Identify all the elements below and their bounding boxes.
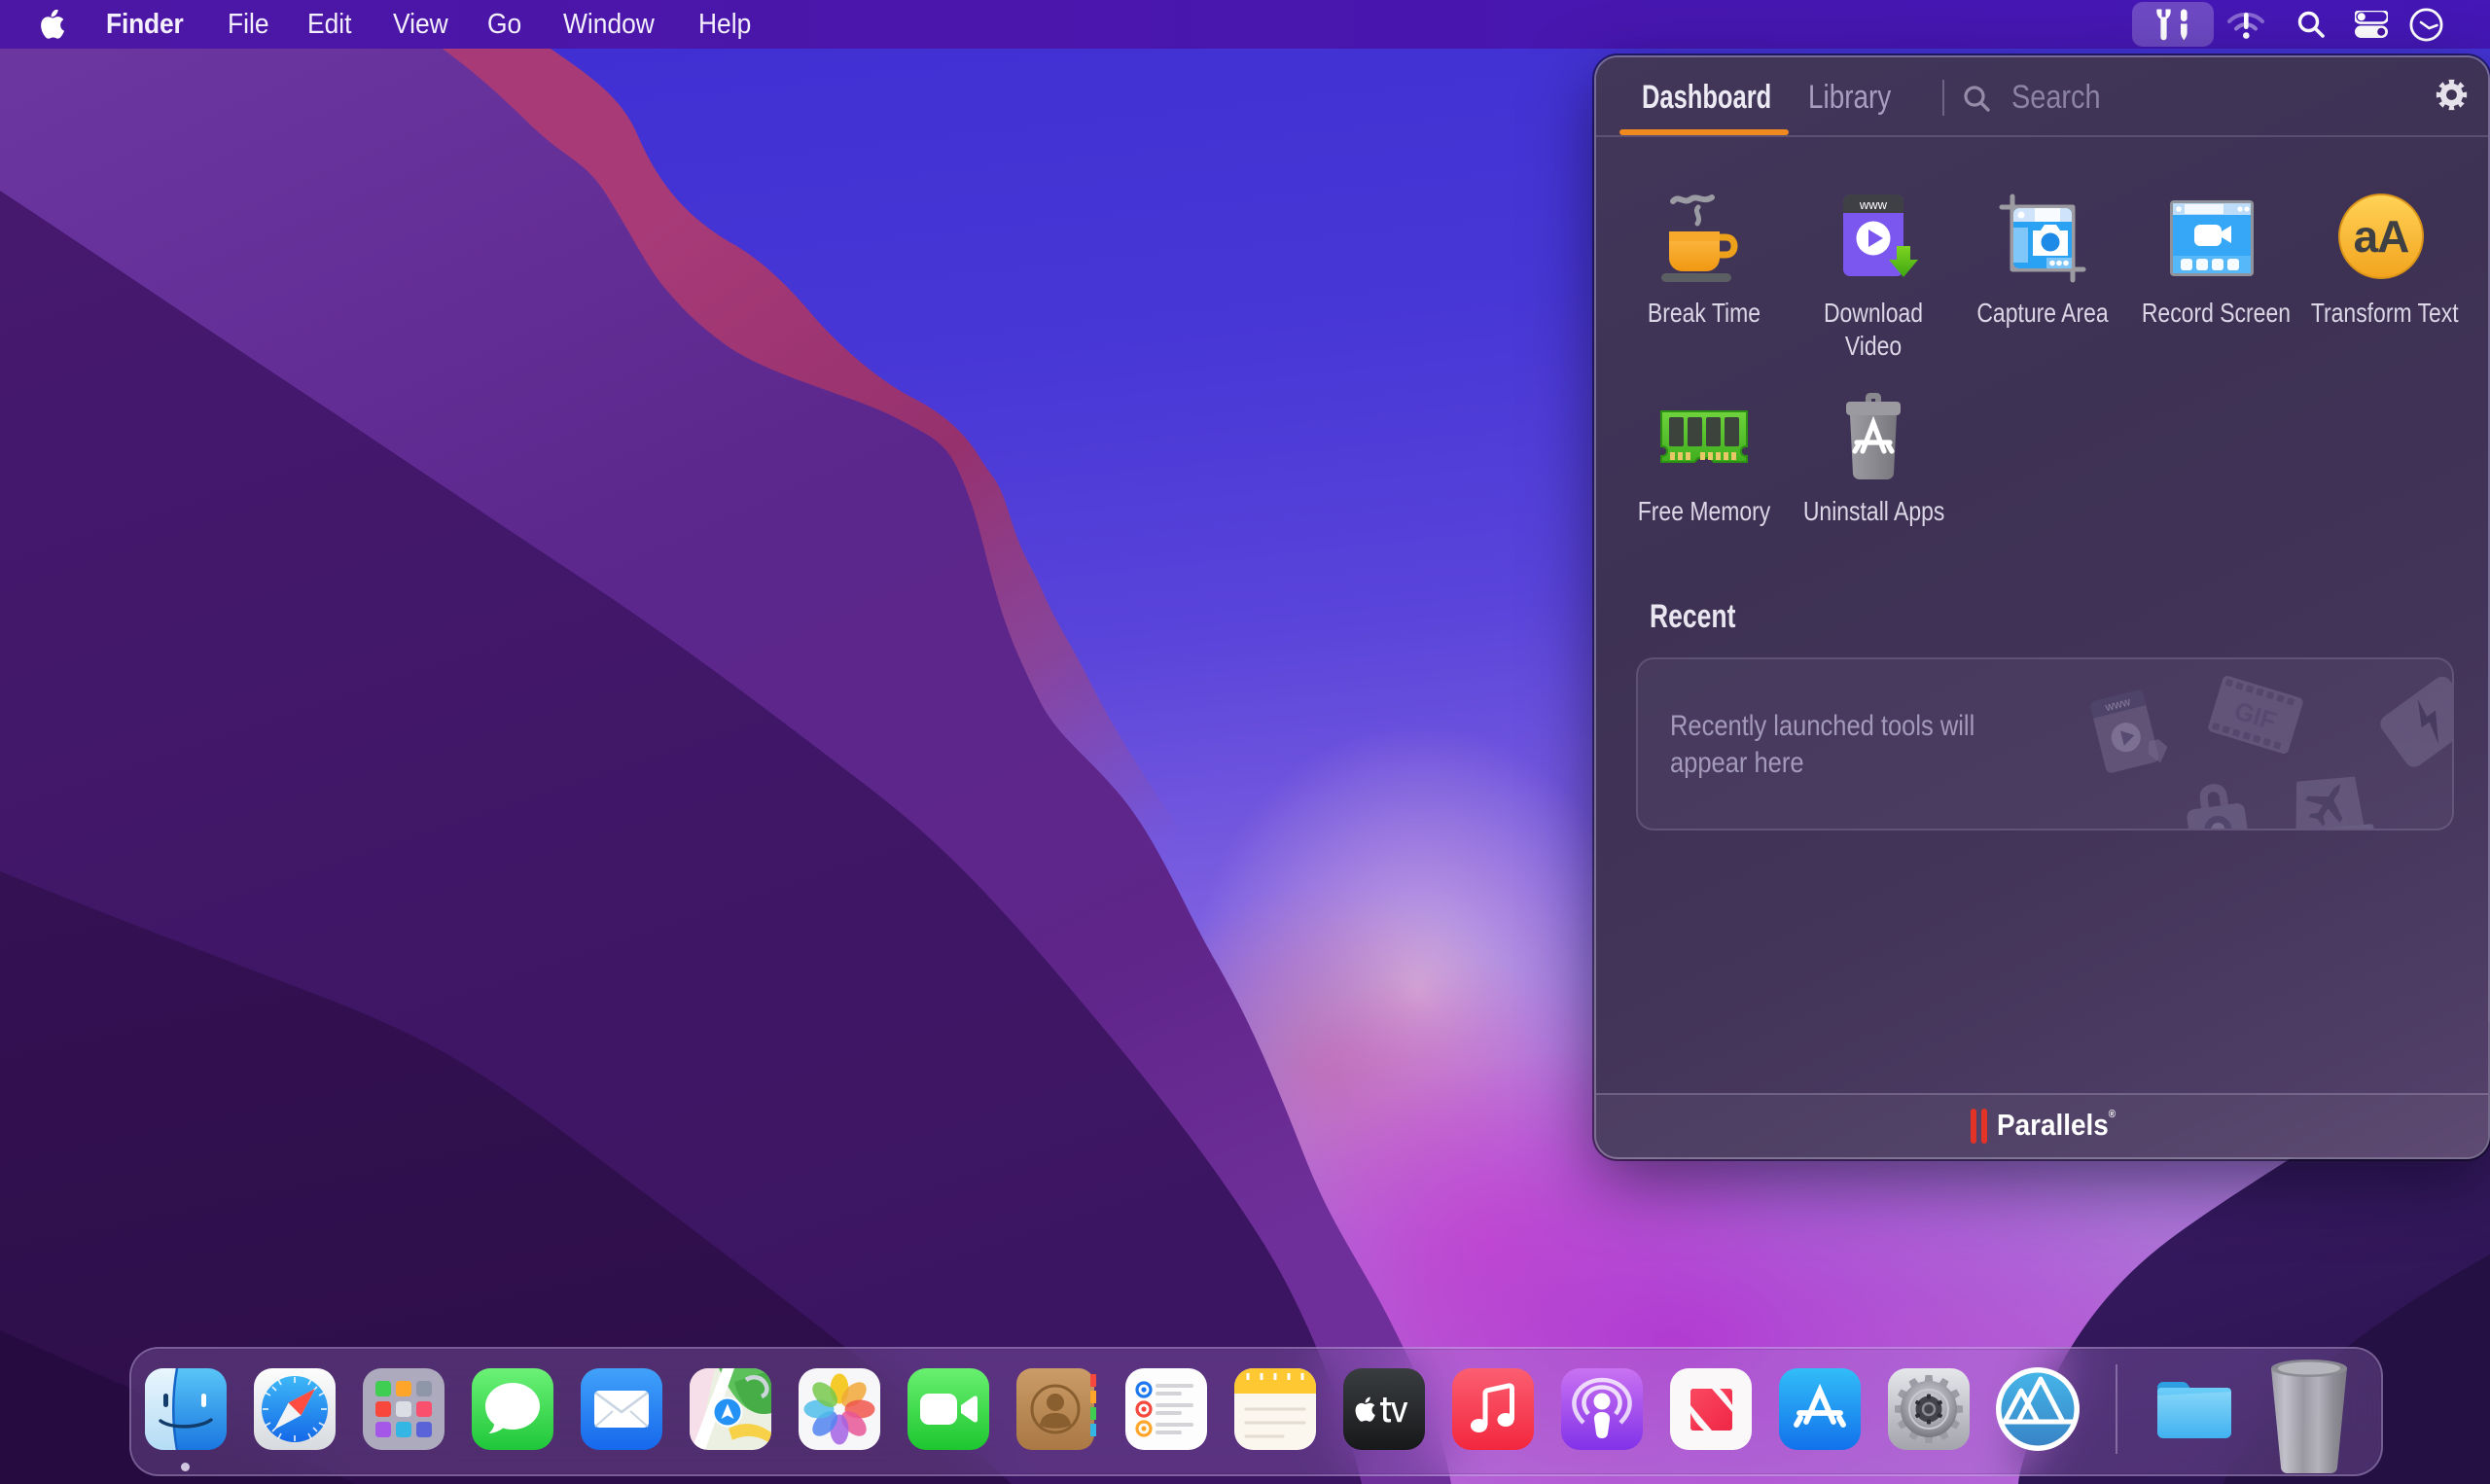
svg-text:aA: aA [2354, 211, 2409, 262]
svg-text:www: www [1859, 197, 1888, 212]
